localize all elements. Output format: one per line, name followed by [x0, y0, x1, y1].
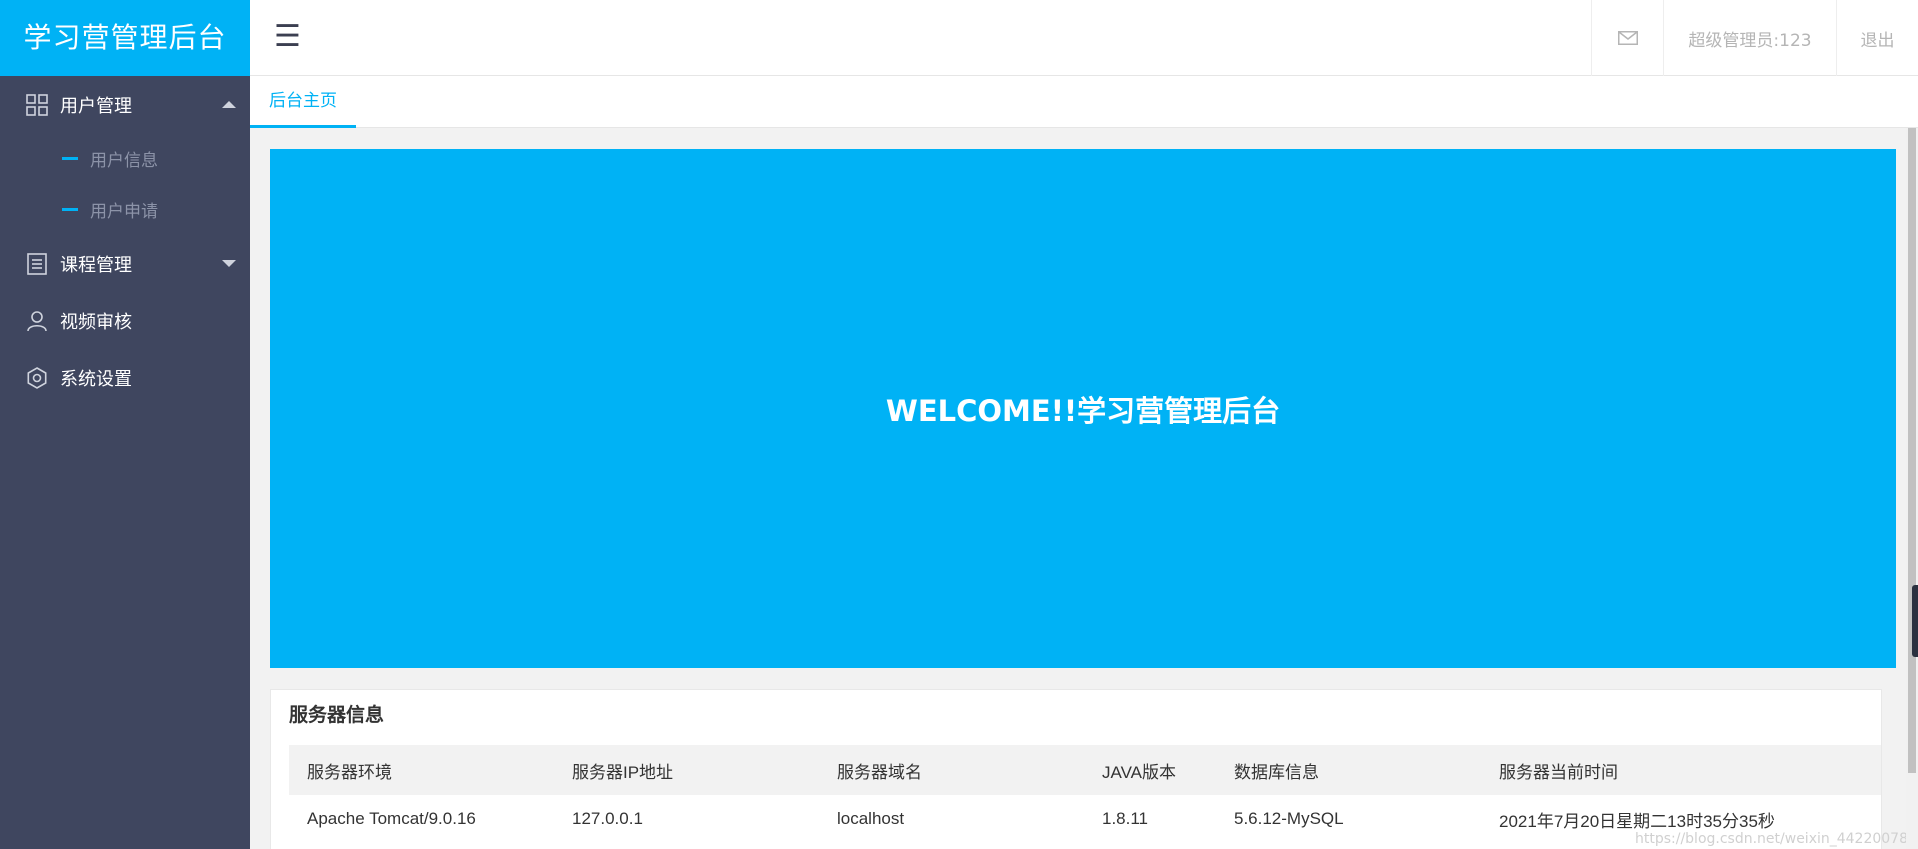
sidebar-item-system-settings[interactable]: 系统设置	[0, 349, 250, 406]
table-cell: 127.0.0.1	[572, 809, 643, 828]
welcome-text: WELCOME!!学习营管理后台	[885, 393, 1281, 428]
table-cell: localhost	[837, 809, 905, 828]
table-cell: 5.6.12-MySQL	[1234, 809, 1344, 828]
side-widget-handle[interactable]	[1912, 585, 1918, 657]
grid-icon	[26, 93, 48, 116]
app-logo-title: 学习营管理后台	[0, 0, 250, 76]
sidebar-subitem-label: 用户申请	[90, 202, 158, 222]
column-header: 数据库信息	[1216, 745, 1481, 795]
table-cell: Apache Tomcat/9.0.16	[307, 809, 476, 828]
sidebar-item-label: 系统设置	[60, 368, 132, 390]
column-header: 服务器IP地址	[554, 745, 819, 795]
table-cell: 1.8.11	[1102, 809, 1149, 828]
dash-icon	[62, 208, 78, 211]
mail-button[interactable]	[1591, 0, 1663, 76]
column-header: 服务器域名	[819, 745, 1084, 795]
sidebar-subitem-user-info[interactable]: 用户信息	[0, 133, 250, 184]
menu-toggle-icon[interactable]: ☰	[274, 22, 304, 52]
top-bar: ☰ 超级管理员:123 退出	[250, 0, 1918, 76]
top-right-area: 超级管理员:123 退出	[1591, 0, 1918, 76]
tab-home[interactable]: 后台主页	[250, 76, 356, 128]
mail-icon	[1617, 31, 1638, 45]
vertical-scrollbar[interactable]	[1906, 128, 1918, 849]
welcome-banner: WELCOME!!学习营管理后台	[270, 149, 1896, 668]
user-icon	[27, 310, 47, 331]
admin-user-label[interactable]: 超级管理员:123	[1663, 0, 1836, 76]
sidebar-item-label: 课程管理	[60, 254, 132, 276]
sidebar-item-video-review[interactable]: 视频审核	[0, 292, 250, 349]
logout-button[interactable]: 退出	[1836, 0, 1918, 76]
sidebar-item-label: 用户管理	[60, 95, 132, 117]
list-icon	[27, 252, 47, 275]
column-header: 服务器环境	[289, 745, 554, 795]
panel-title: 服务器信息	[289, 704, 385, 726]
chevron-down-icon	[222, 260, 236, 267]
table-header-row: 服务器环境 服务器IP地址 服务器域名 JAVA版本 数据库信息 服务器当前时间	[289, 745, 1881, 795]
sidebar-item-user-management[interactable]: 用户管理	[0, 76, 250, 133]
sidebar: 用户管理 用户信息 用户申请 课程管理 视频审核 系统设置	[0, 76, 250, 849]
sidebar-subitem-user-application[interactable]: 用户申请	[0, 184, 250, 235]
column-header: 服务器当前时间	[1481, 745, 1881, 795]
main-content: WELCOME!!学习营管理后台 服务器信息 服务器环境 服务器IP地址 服务器…	[250, 128, 1906, 849]
tab-bar: 后台主页	[250, 76, 1918, 128]
watermark: https://blog.csdn.net/weixin_44220078	[1634, 831, 1908, 847]
scrollbar-thumb[interactable]	[1908, 128, 1916, 773]
sidebar-subitem-label: 用户信息	[90, 151, 158, 171]
sidebar-item-course-management[interactable]: 课程管理	[0, 235, 250, 292]
server-info-panel: 服务器信息 服务器环境 服务器IP地址 服务器域名 JAVA版本 数据库信息 服…	[270, 689, 1882, 849]
sidebar-item-label: 视频审核	[60, 311, 132, 333]
gear-icon	[27, 366, 47, 389]
dash-icon	[62, 157, 78, 160]
chevron-up-icon	[222, 101, 236, 108]
server-info-table: 服务器环境 服务器IP地址 服务器域名 JAVA版本 数据库信息 服务器当前时间…	[289, 745, 1881, 843]
column-header: JAVA版本	[1084, 745, 1216, 795]
